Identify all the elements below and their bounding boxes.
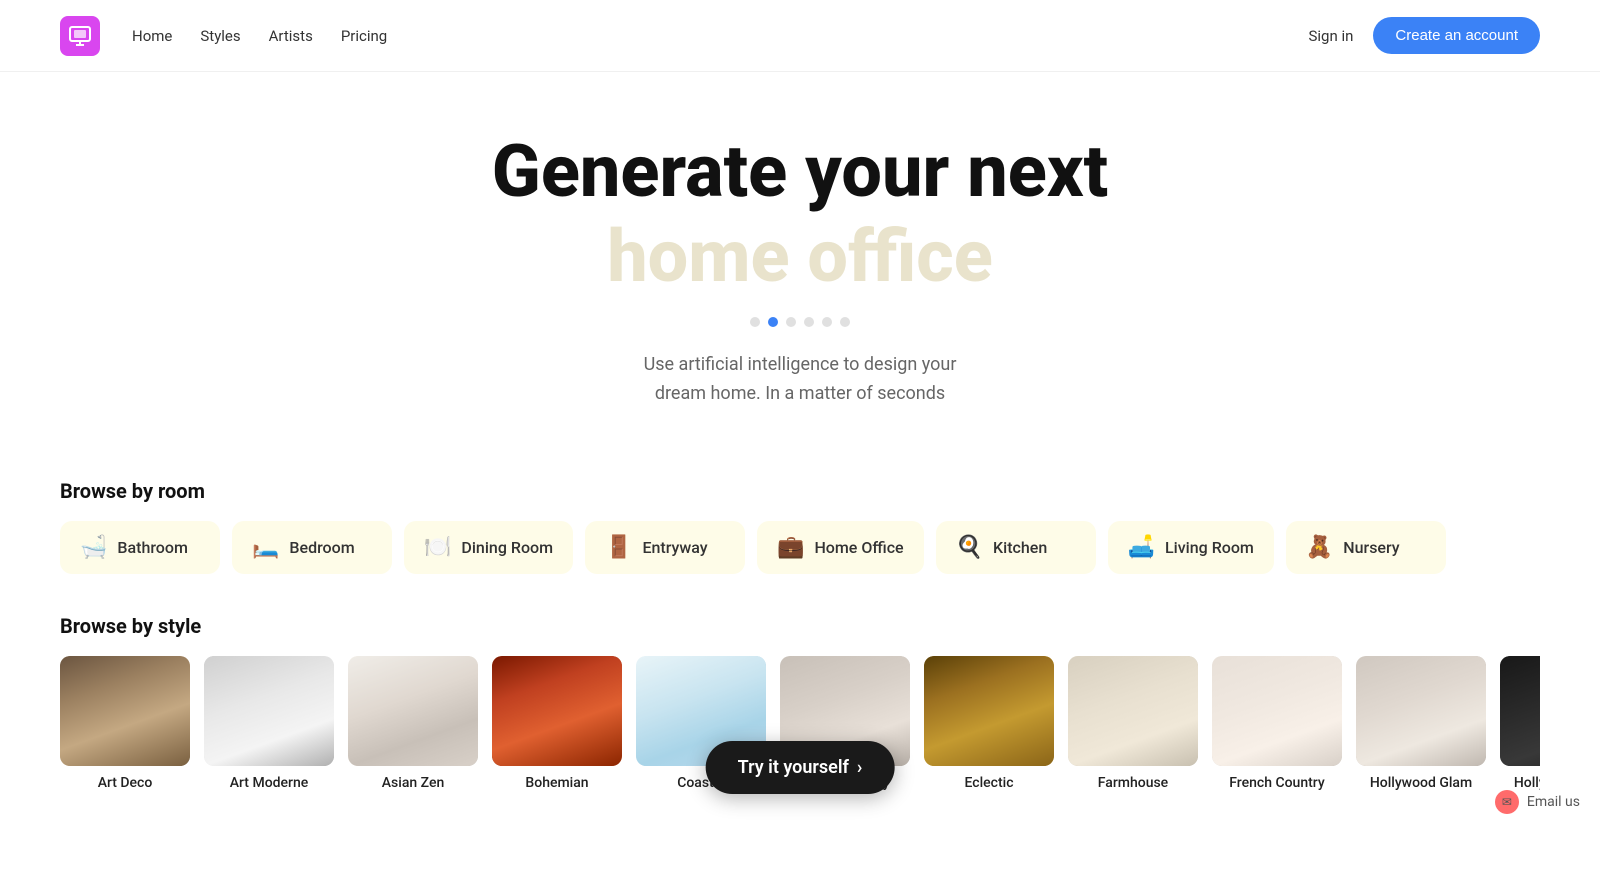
- style-img-hollywood-glam-1: [1356, 656, 1486, 766]
- style-label-bohemian: Bohemian: [492, 774, 622, 792]
- nav-right: Sign in Create an account: [1309, 17, 1541, 54]
- room-card-home-office[interactable]: 💼 Home Office: [757, 521, 924, 574]
- nav-pricing[interactable]: Pricing: [341, 27, 387, 45]
- hero-section: Generate your next home office Use artif…: [0, 72, 1600, 449]
- style-img-art-moderne: [204, 656, 334, 766]
- cta-floating-button[interactable]: Try it yourself ›: [706, 741, 895, 794]
- email-us-widget[interactable]: ✉ Email us: [1495, 790, 1580, 814]
- nav-styles[interactable]: Styles: [200, 27, 240, 45]
- hero-headline: Generate your next: [20, 132, 1580, 211]
- navbar: Home Styles Artists Pricing Sign in Crea…: [0, 0, 1600, 72]
- style-card-farmhouse[interactable]: Farmhouse: [1068, 656, 1198, 792]
- rooms-row: 🛁 Bathroom 🛏️ Bedroom 🍽️ Dining Room 🚪 E…: [60, 521, 1540, 584]
- home-office-label: Home Office: [814, 538, 903, 557]
- style-label-asian-zen: Asian Zen: [348, 774, 478, 792]
- dining-room-label: Dining Room: [461, 538, 553, 557]
- dot-2[interactable]: [768, 317, 778, 327]
- style-img-bohemian: [492, 656, 622, 766]
- nav-links: Home Styles Artists Pricing: [132, 27, 387, 45]
- room-card-kitchen[interactable]: 🍳 Kitchen: [936, 521, 1096, 574]
- style-img-eclectic: [924, 656, 1054, 766]
- living-room-label: Living Room: [1165, 538, 1254, 557]
- animated-word: home office: [607, 214, 993, 299]
- style-card-art-deco[interactable]: Art Deco: [60, 656, 190, 792]
- living-room-icon: 🛋️: [1128, 535, 1155, 560]
- cta-arrow-icon: ›: [857, 757, 862, 778]
- style-img-french-country: [1212, 656, 1342, 766]
- home-office-icon: 💼: [777, 535, 804, 560]
- bathroom-icon: 🛁: [80, 535, 107, 560]
- logo-svg: [68, 24, 92, 48]
- kitchen-icon: 🍳: [956, 535, 983, 560]
- style-label-hollywood-glam-1: Hollywood Glam: [1356, 774, 1486, 792]
- style-card-art-moderne[interactable]: Art Moderne: [204, 656, 334, 792]
- dining-room-icon: 🍽️: [424, 535, 451, 560]
- dots-container: [20, 317, 1580, 327]
- style-card-asian-zen[interactable]: Asian Zen: [348, 656, 478, 792]
- room-card-bathroom[interactable]: 🛁 Bathroom: [60, 521, 220, 574]
- bathroom-label: Bathroom: [117, 538, 188, 557]
- sign-in-link[interactable]: Sign in: [1309, 27, 1354, 45]
- room-card-nursery[interactable]: 🧸 Nursery: [1286, 521, 1446, 574]
- room-card-living-room[interactable]: 🛋️ Living Room: [1108, 521, 1274, 574]
- style-label-art-deco: Art Deco: [60, 774, 190, 792]
- style-card-eclectic[interactable]: Eclectic: [924, 656, 1054, 792]
- style-label-eclectic: Eclectic: [924, 774, 1054, 792]
- dot-5[interactable]: [822, 317, 832, 327]
- entryway-label: Entryway: [642, 538, 707, 557]
- style-img-asian-zen: [348, 656, 478, 766]
- dot-1[interactable]: [750, 317, 760, 327]
- style-label-french-country: French Country: [1212, 774, 1342, 792]
- room-card-dining-room[interactable]: 🍽️ Dining Room: [404, 521, 573, 574]
- browse-style-section: Browse by style Art Deco Art Moderne Asi…: [0, 584, 1600, 872]
- email-icon: ✉: [1495, 790, 1519, 814]
- nav-home[interactable]: Home: [132, 27, 172, 45]
- room-card-entryway[interactable]: 🚪 Entryway: [585, 521, 745, 574]
- nav-artists[interactable]: Artists: [269, 27, 313, 45]
- entryway-icon: 🚪: [605, 535, 632, 560]
- style-img-hollywood-glam-2: [1500, 656, 1540, 766]
- kitchen-label: Kitchen: [993, 538, 1047, 557]
- animated-text-container: home office: [20, 211, 1580, 301]
- dot-6[interactable]: [840, 317, 850, 327]
- bedroom-label: Bedroom: [289, 538, 354, 557]
- cta-label: Try it yourself: [738, 757, 849, 778]
- browse-style-title: Browse by style: [60, 614, 1540, 638]
- style-card-hollywood-glam-2[interactable]: Hollywood Glam: [1500, 656, 1540, 792]
- nav-left: Home Styles Artists Pricing: [60, 16, 387, 56]
- style-label-art-moderne: Art Moderne: [204, 774, 334, 792]
- browse-room-title: Browse by room: [60, 479, 1540, 503]
- nursery-label: Nursery: [1343, 538, 1399, 557]
- room-card-bedroom[interactable]: 🛏️ Bedroom: [232, 521, 392, 574]
- style-card-french-country[interactable]: French Country: [1212, 656, 1342, 792]
- style-card-hollywood-glam-1[interactable]: Hollywood Glam: [1356, 656, 1486, 792]
- style-label-farmhouse: Farmhouse: [1068, 774, 1198, 792]
- style-img-farmhouse: [1068, 656, 1198, 766]
- hero-subtitle: Use artificial intelligence to design yo…: [20, 351, 1580, 409]
- style-card-bohemian[interactable]: Bohemian: [492, 656, 622, 792]
- create-account-button[interactable]: Create an account: [1373, 17, 1540, 54]
- browse-room-section: Browse by room 🛁 Bathroom 🛏️ Bedroom 🍽️ …: [0, 449, 1600, 584]
- dot-3[interactable]: [786, 317, 796, 327]
- style-img-art-deco: [60, 656, 190, 766]
- email-us-label: Email us: [1527, 794, 1580, 810]
- nursery-icon: 🧸: [1306, 535, 1333, 560]
- logo-icon[interactable]: [60, 16, 100, 56]
- bedroom-icon: 🛏️: [252, 535, 279, 560]
- dot-4[interactable]: [804, 317, 814, 327]
